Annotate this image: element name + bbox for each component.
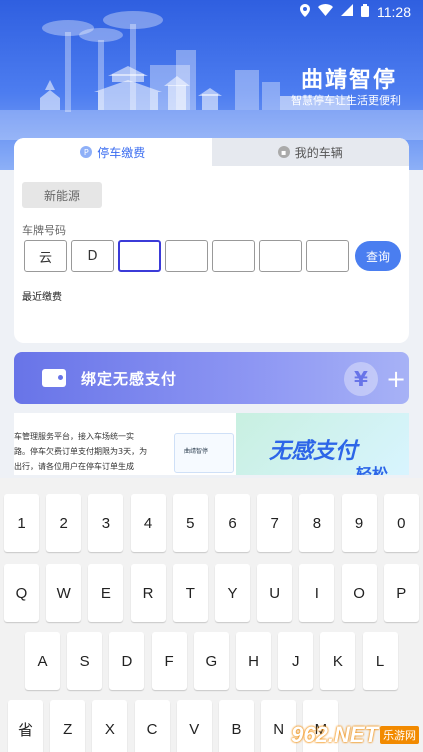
promo-text-line: 车管理服务平台，接入车场统一实 [14, 432, 134, 441]
key-o[interactable]: O [341, 564, 377, 622]
plate-cell-province[interactable]: 云 [24, 240, 67, 272]
key-3[interactable]: 3 [88, 494, 124, 552]
key-8[interactable]: 8 [299, 494, 335, 552]
key-u[interactable]: U [257, 564, 293, 622]
key-d[interactable]: D [109, 632, 145, 690]
tab-parking-payment[interactable]: P 停车缴费 [14, 138, 212, 166]
key-f[interactable]: F [151, 632, 187, 690]
query-button[interactable]: 查询 [355, 241, 401, 271]
key-b[interactable]: B [219, 700, 254, 752]
key-j[interactable]: J [278, 632, 314, 690]
yen-icon: ¥ [344, 362, 378, 396]
key-l[interactable]: L [362, 632, 398, 690]
key-p[interactable]: P [383, 564, 419, 622]
plate-cell-6[interactable] [259, 240, 302, 272]
plus-icon: + [386, 365, 407, 393]
promo-text-line: 路。停车欠费订单支付期限为3天，为 [14, 447, 148, 456]
key-c[interactable]: C [134, 700, 170, 752]
app-title: 曲靖智停 [300, 68, 397, 93]
key-0[interactable]: 0 [383, 494, 419, 552]
key-q[interactable]: Q [4, 564, 39, 622]
parking-icon: P [80, 146, 93, 158]
tab-bar: P 停车缴费 ▪ 我的车辆 [14, 138, 409, 166]
tab-my-vehicles[interactable]: ▪ 我的车辆 [211, 138, 409, 166]
new-energy-button[interactable]: 新能源 [22, 182, 102, 208]
battery-icon [361, 3, 369, 21]
site-watermark: 962.NET 乐游网 [291, 722, 419, 748]
plate-number-label: 车牌号码 [22, 224, 66, 237]
key-r[interactable]: R [130, 564, 166, 622]
plate-cell-letter[interactable]: D [71, 240, 114, 272]
key-a[interactable]: A [25, 632, 60, 690]
bind-banner-text: 绑定无感支付 [81, 370, 178, 388]
promo-headline-2: 轻松 [356, 465, 389, 475]
key-t[interactable]: T [172, 564, 208, 622]
key-4[interactable]: 4 [130, 494, 166, 552]
key-5[interactable]: 5 [172, 494, 208, 552]
key-z[interactable]: Z [50, 700, 86, 752]
tab-label: 我的车辆 [294, 145, 343, 160]
plate-cell-7[interactable] [306, 240, 349, 272]
key-y[interactable]: Y [215, 564, 250, 622]
promo-headline: 无感支付 [269, 439, 358, 464]
watermark-sub: 乐游网 [380, 726, 419, 744]
status-bar: 11:28 [0, 0, 423, 24]
key-9[interactable]: 9 [341, 494, 377, 552]
key-v[interactable]: V [176, 700, 212, 752]
key-x[interactable]: X [92, 700, 128, 752]
status-time: 11:28 [377, 4, 411, 20]
plate-cell-5[interactable] [212, 240, 255, 272]
key-w[interactable]: W [46, 564, 82, 622]
key-g[interactable]: G [193, 632, 229, 690]
key-e[interactable]: E [88, 564, 124, 622]
plate-keyboard: 1234567890QWERTYUIOPASDFGHJKL省ZXCVBNM [0, 478, 423, 752]
plate-cell-3[interactable] [118, 240, 161, 272]
signal-icon [341, 4, 353, 20]
key-7[interactable]: 7 [257, 494, 293, 552]
promo-notice-panel: 车管理服务平台，接入车场统一实 路。停车欠费订单支付期限为3天，为 出行，请各位… [14, 413, 236, 475]
key-s[interactable]: S [67, 632, 103, 690]
promo-app-label: 曲靖智停 [184, 448, 209, 455]
recent-payments-label: 最近缴费 [22, 292, 62, 303]
parking-payment-card: P 停车缴费 ▪ 我的车辆 新能源 车牌号码 云 D 查询 最近缴费 [14, 138, 409, 343]
wifi-icon [318, 4, 333, 20]
plate-cell-4[interactable] [165, 240, 208, 272]
app-subtitle: 智慧停车让生活更便利 [291, 94, 401, 107]
key-6[interactable]: 6 [215, 494, 250, 552]
key-h[interactable]: H [236, 632, 271, 690]
key-1[interactable]: 1 [4, 494, 39, 552]
key-province[interactable]: 省 [8, 700, 43, 752]
tab-label: 停车缴费 [97, 145, 146, 160]
promo-carousel[interactable]: 车管理服务平台，接入车场统一实 路。停车欠费订单支付期限为3天，为 出行，请各位… [14, 413, 409, 475]
watermark-logo: 962.NET [291, 722, 378, 747]
key-2[interactable]: 2 [46, 494, 82, 552]
key-i[interactable]: I [299, 564, 335, 622]
promo-text-line: 出行，请各位用户在停车订单生成 [14, 462, 134, 471]
bind-seamless-payment-banner[interactable]: 绑定无感支付 ¥ + [14, 352, 409, 404]
plate-input-row: 云 D [24, 240, 349, 272]
location-icon [300, 3, 310, 21]
key-k[interactable]: K [320, 632, 356, 690]
car-icon: ▪ [277, 146, 290, 158]
wallet-icon [42, 369, 66, 387]
